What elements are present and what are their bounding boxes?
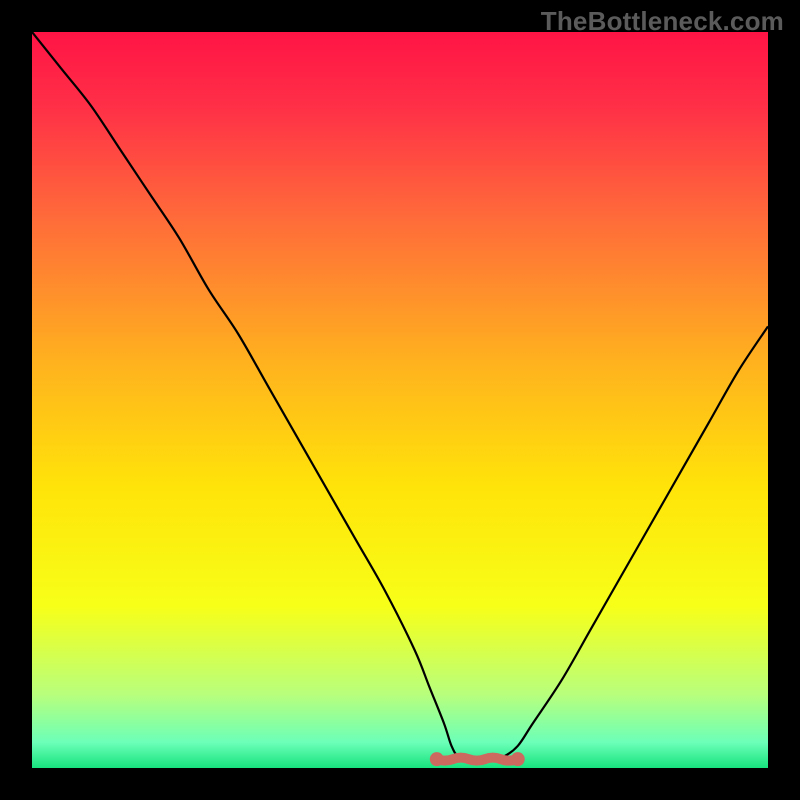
bottleneck-chart	[32, 32, 768, 768]
chart-frame: TheBottleneck.com	[0, 0, 800, 800]
gradient-background	[32, 32, 768, 768]
optimal-range-start-dot	[430, 752, 444, 766]
optimal-range-end-dot	[511, 752, 525, 766]
optimal-range-marker	[437, 758, 518, 761]
plot-area	[32, 32, 768, 768]
